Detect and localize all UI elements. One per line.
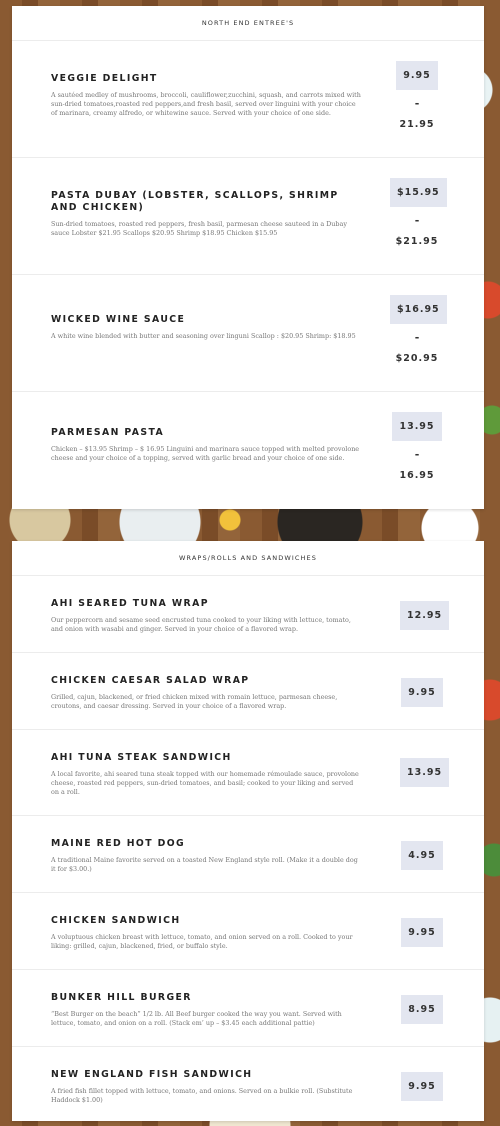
price-separator: - xyxy=(414,214,420,227)
menu-item: CHICKEN SANDWICH A voluptuous chicken br… xyxy=(12,893,484,970)
menu-item-name: AHI TUNA STEAK SANDWICH xyxy=(51,752,232,763)
price: 9.95 xyxy=(400,678,444,707)
menu-item-text: VEGGIE DELIGHT A sautéed medley of mushr… xyxy=(51,73,361,119)
menu-item-name: CHICKEN CAESAR SALAD WRAP xyxy=(51,675,250,686)
price-low: 9.95 xyxy=(396,61,438,90)
price-separator: - xyxy=(414,331,420,344)
price-low: 13.95 xyxy=(392,412,442,441)
menu-item: WICKED WINE SAUCE A white wine blended w… xyxy=(12,275,484,392)
price-high: 16.95 xyxy=(399,470,435,481)
price: 4.95 xyxy=(400,841,444,870)
menu-item: MAINE RED HOT DOG A traditional Maine fa… xyxy=(12,816,484,893)
menu-item-description: A voluptuous chicken breast with lettuce… xyxy=(51,933,353,951)
price-tag: 9.95 xyxy=(401,1072,443,1101)
menu-item: BUNKER HILL BURGER “Best Burger on the b… xyxy=(12,970,484,1047)
menu-item-name: NEW ENGLAND FISH SANDWICH xyxy=(51,1069,253,1080)
menu-item-description: A local favorite, ahi seared tuna steak … xyxy=(51,770,359,797)
menu-item: AHI SEARED TUNA WRAP Our peppercorn and … xyxy=(12,576,484,653)
menu-item: PASTA DUBAY (LOBSTER, SCALLOPS, SHRIMP A… xyxy=(12,158,484,275)
entrees-section-title: NORTH END ENTREE'S xyxy=(12,6,484,41)
menu-item-description: Our peppercorn and sesame seed encrusted… xyxy=(51,616,351,634)
menu-item-description: A traditional Maine favorite served on a… xyxy=(51,856,358,874)
menu-item-description: Chicken – $13.95 Shrimp – $ 16.95 Lingui… xyxy=(51,445,360,463)
price: 9.95 xyxy=(400,1072,444,1101)
price-tag: 4.95 xyxy=(401,841,443,870)
price: 13.95 xyxy=(400,758,450,787)
menu-item: CHICKEN CAESAR SALAD WRAP Grilled, cajun… xyxy=(12,653,484,730)
price-tag: 9.95 xyxy=(401,678,443,707)
entrees-list: VEGGIE DELIGHT A sautéed medley of mushr… xyxy=(12,41,484,510)
price: 8.95 xyxy=(400,995,444,1024)
menu-item-description: Sun-dried tomatoes, roasted red peppers,… xyxy=(51,220,347,238)
menu-item: AHI TUNA STEAK SANDWICH A local favorite… xyxy=(12,730,484,816)
price-tag: 12.95 xyxy=(400,601,450,630)
menu-item-text: MAINE RED HOT DOG A traditional Maine fa… xyxy=(51,838,361,874)
menu-item-name: CHICKEN SANDWICH xyxy=(51,915,181,926)
menu-item-name: PASTA DUBAY (LOBSTER, SCALLOPS, SHRIMP A… xyxy=(51,190,339,213)
menu-item: VEGGIE DELIGHT A sautéed medley of mushr… xyxy=(12,41,484,158)
price-range: 13.95 - 16.95 xyxy=(390,412,444,481)
price-high: $20.95 xyxy=(395,353,439,364)
wraps-section-title: WRAPS/ROLLS AND SANDWICHES xyxy=(12,541,484,576)
price-high: 21.95 xyxy=(399,119,435,130)
price-range: $15.95 - $21.95 xyxy=(390,178,447,247)
menu-item-text: NEW ENGLAND FISH SANDWICH A fried fish f… xyxy=(51,1069,361,1105)
menu-item-name: AHI SEARED TUNA WRAP xyxy=(51,598,209,609)
menu-item-text: BUNKER HILL BURGER “Best Burger on the b… xyxy=(51,992,361,1028)
price-tag: 13.95 xyxy=(400,758,450,787)
menu-item-text: WICKED WINE SAUCE A white wine blended w… xyxy=(51,314,361,341)
menu-item-name: PARMESAN PASTA xyxy=(51,427,165,438)
menu-item-description: A sautéed medley of mushrooms, broccoli,… xyxy=(51,91,361,118)
price-tag: 8.95 xyxy=(401,995,443,1024)
menu-item-name: MAINE RED HOT DOG xyxy=(51,838,186,849)
price-tag: 9.95 xyxy=(401,918,443,947)
menu-item-description: A fried fish fillet topped with lettuce,… xyxy=(51,1087,353,1105)
menu-item-name: BUNKER HILL BURGER xyxy=(51,992,192,1003)
menu-item-text: CHICKEN SANDWICH A voluptuous chicken br… xyxy=(51,915,361,951)
wraps-list: AHI SEARED TUNA WRAP Our peppercorn and … xyxy=(12,576,484,1124)
wraps-card: WRAPS/ROLLS AND SANDWICHES AHI SEARED TU… xyxy=(12,541,484,1121)
menu-item: PARMESAN PASTA Chicken – $13.95 Shrimp –… xyxy=(12,392,484,510)
menu-item-description: A white wine blended with butter and sea… xyxy=(51,332,356,340)
menu-item-text: AHI SEARED TUNA WRAP Our peppercorn and … xyxy=(51,598,361,634)
price-separator: - xyxy=(414,97,420,110)
price: 9.95 xyxy=(400,918,444,947)
menu-item-text: AHI TUNA STEAK SANDWICH A local favorite… xyxy=(51,752,361,798)
price-range: $16.95 - $20.95 xyxy=(390,295,447,364)
entrees-card: NORTH END ENTREE'S VEGGIE DELIGHT A saut… xyxy=(12,6,484,509)
price-low: $16.95 xyxy=(390,295,447,324)
price-low: $15.95 xyxy=(390,178,447,207)
menu-item-description: “Best Burger on the beach” 1/2 lb. All B… xyxy=(51,1010,342,1028)
price-separator: - xyxy=(414,448,420,461)
price: 12.95 xyxy=(400,601,450,630)
price-high: $21.95 xyxy=(395,236,439,247)
menu-item-description: Grilled, cajun, blackened, or fried chic… xyxy=(51,693,338,711)
menu-item-text: PASTA DUBAY (LOBSTER, SCALLOPS, SHRIMP A… xyxy=(51,190,361,238)
menu-item-text: PARMESAN PASTA Chicken – $13.95 Shrimp –… xyxy=(51,427,361,463)
menu-item-text: CHICKEN CAESAR SALAD WRAP Grilled, cajun… xyxy=(51,675,361,711)
menu-item-name: VEGGIE DELIGHT xyxy=(51,73,158,84)
price-range: 9.95 - 21.95 xyxy=(390,61,444,130)
menu-item-name: WICKED WINE SAUCE xyxy=(51,314,186,325)
menu-item: NEW ENGLAND FISH SANDWICH A fried fish f… xyxy=(12,1047,484,1124)
